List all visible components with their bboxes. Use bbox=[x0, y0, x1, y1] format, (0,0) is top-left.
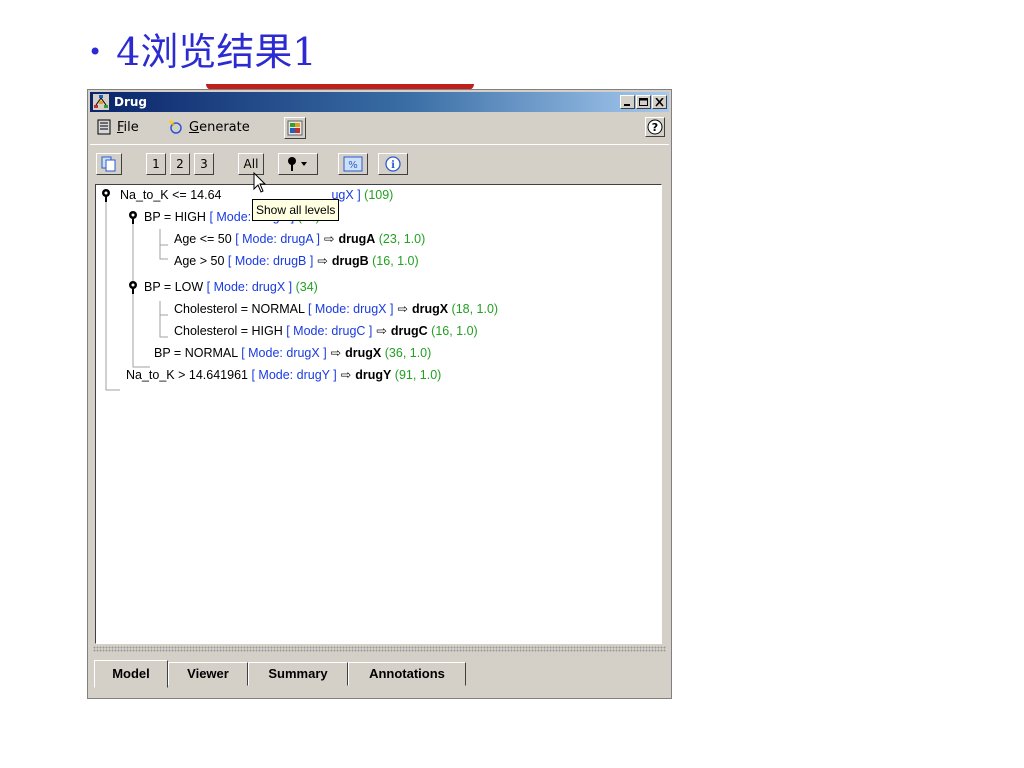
slide-heading: • 4浏览结果1 bbox=[88, 28, 317, 80]
node-prediction: drugB bbox=[331, 254, 369, 268]
rule-tree-panel[interactable]: Na_to_K <= 14.64 ugX ] (109) BP = HIGH [ … bbox=[95, 184, 662, 644]
pin-dropdown-button[interactable] bbox=[278, 153, 318, 175]
tree-app-icon bbox=[93, 94, 109, 110]
heading-text: 4浏览结果1 bbox=[116, 30, 317, 74]
menu-generate[interactable]: Generate bbox=[168, 119, 250, 137]
tree-node-chol-high[interactable]: Cholesterol = HIGH [ Mode: drugC ] ⇨ drugC… bbox=[174, 322, 478, 340]
bullet: • bbox=[88, 37, 103, 66]
tab-summary[interactable]: Summary bbox=[248, 662, 348, 686]
arrow-icon: ⇨ bbox=[330, 346, 342, 360]
node-prediction: drugC bbox=[390, 324, 428, 338]
node-condition: BP = LOW bbox=[144, 280, 204, 294]
minimize-button[interactable] bbox=[620, 95, 635, 109]
palette-icon bbox=[287, 120, 303, 136]
expanded-pin-icon[interactable] bbox=[100, 188, 112, 202]
title-bar[interactable]: Drug bbox=[90, 92, 669, 112]
node-stats: (16, 1.0) bbox=[431, 324, 478, 338]
tab-model[interactable]: Model bbox=[94, 660, 168, 688]
tree-node-bp-normal[interactable]: BP = NORMAL [ Mode: drugX ] ⇨ drugX (36, 1… bbox=[154, 344, 431, 362]
arrow-icon: ⇨ bbox=[376, 324, 387, 338]
drug-window: Drug File Generate ? 1 2 3 All % i Na_to… bbox=[87, 89, 672, 699]
tab-viewer[interactable]: Viewer bbox=[168, 662, 248, 686]
copy-button[interactable] bbox=[96, 153, 122, 175]
node-condition: Cholesterol = HIGH bbox=[174, 324, 283, 338]
node-mode: [ Mode: drugX ] bbox=[241, 346, 327, 360]
node-condition: BP = NORMAL bbox=[154, 346, 238, 360]
maximize-button[interactable] bbox=[636, 95, 651, 109]
level-1-button[interactable]: 1 bbox=[146, 153, 166, 175]
copy-icon bbox=[101, 156, 116, 172]
node-stats: (34) bbox=[295, 280, 318, 294]
node-stats: (91, 1.0) bbox=[394, 368, 442, 382]
level-2-button[interactable]: 2 bbox=[170, 153, 190, 175]
node-mode: [ Mode: drugC ] bbox=[286, 324, 373, 338]
node-condition: Na_to_K <= 14.64 bbox=[120, 188, 222, 202]
menu-generate-label: enerate bbox=[199, 120, 250, 135]
node-mode: [ Mode: drugX ] bbox=[206, 280, 293, 294]
expanded-pin-icon[interactable] bbox=[127, 210, 139, 224]
node-stats: (18, 1.0) bbox=[451, 302, 499, 316]
close-icon bbox=[655, 98, 664, 107]
tree-node-bp-low[interactable]: BP = LOW [ Mode: drugX ] (34) bbox=[144, 278, 318, 296]
node-condition: BP = HIGH bbox=[144, 210, 206, 224]
node-mode: [ Mode: drugB ] bbox=[227, 254, 314, 268]
node-mode: [ Mode: drugX ] bbox=[307, 302, 394, 316]
mouse-cursor-icon bbox=[253, 172, 267, 193]
node-prediction: drugX bbox=[345, 346, 382, 360]
arrow-icon: ⇨ bbox=[317, 254, 328, 268]
node-prediction: drugA bbox=[338, 232, 376, 246]
info-button[interactable]: i bbox=[378, 153, 408, 175]
maximize-icon bbox=[639, 98, 648, 106]
tab-annotations[interactable]: Annotations bbox=[348, 662, 466, 686]
tree-node-age-le-50[interactable]: Age <= 50 [ Mode: drugA ] ⇨ drugA (23, 1.0… bbox=[174, 230, 425, 248]
window-title: Drug bbox=[114, 95, 148, 109]
node-stats: (23, 1.0) bbox=[378, 232, 426, 246]
close-button[interactable] bbox=[652, 95, 667, 109]
node-stats: (109) bbox=[364, 188, 394, 202]
menu-bar: File Generate ? bbox=[90, 114, 669, 140]
node-condition: Age <= 50 bbox=[174, 232, 232, 246]
expanded-pin-icon[interactable] bbox=[127, 280, 139, 294]
help-button[interactable]: ? bbox=[645, 117, 665, 137]
tree-node-chol-normal[interactable]: Cholesterol = NORMAL [ Mode: drugX ] ⇨ dru… bbox=[174, 300, 498, 318]
tooltip-show-all-levels: Show all levels bbox=[252, 199, 340, 221]
svg-text:i: i bbox=[391, 160, 395, 171]
node-stats: (36, 1.0) bbox=[384, 346, 432, 360]
level-3-button[interactable]: 3 bbox=[194, 153, 214, 175]
node-stats: (16, 1.0) bbox=[372, 254, 419, 268]
node-mode: [ Mode: drugY ] bbox=[251, 368, 337, 382]
node-condition: Age > 50 bbox=[174, 254, 225, 268]
percentage-icon: % bbox=[343, 156, 363, 172]
pin-dropdown-icon bbox=[288, 157, 307, 171]
file-menu-icon bbox=[97, 119, 111, 135]
arrow-icon: ⇨ bbox=[397, 302, 408, 316]
menu-file-label: ile bbox=[123, 120, 139, 135]
tree-node-root-right[interactable]: Na_to_K > 14.641961 [ Mode: drugY ] ⇨ drug… bbox=[126, 366, 441, 384]
help-icon: ? bbox=[647, 119, 663, 135]
menu-generate-mnemonic: G bbox=[189, 120, 200, 135]
menu-file[interactable]: File bbox=[96, 119, 139, 137]
minimize-icon bbox=[624, 104, 630, 106]
panel-splitter[interactable] bbox=[93, 646, 666, 652]
node-condition: Na_to_K > 14.641961 bbox=[126, 368, 248, 382]
arrow-icon: ⇨ bbox=[340, 368, 352, 382]
svg-text:?: ? bbox=[652, 121, 658, 134]
node-condition: Cholesterol = NORMAL bbox=[174, 302, 305, 316]
percentage-button[interactable]: % bbox=[338, 153, 368, 175]
info-icon: i bbox=[385, 156, 401, 172]
svg-text:%: % bbox=[348, 160, 358, 171]
arrow-icon: ⇨ bbox=[323, 232, 335, 246]
generate-icon bbox=[169, 120, 182, 134]
node-mode: [ Mode: drugA ] bbox=[235, 232, 320, 246]
toolbar: 1 2 3 All % i bbox=[90, 144, 669, 181]
node-prediction: drugX bbox=[411, 302, 449, 316]
tree-node-age-gt-50[interactable]: Age > 50 [ Mode: drugB ] ⇨ drugB (16, 1.0) bbox=[174, 252, 419, 270]
palette-button[interactable] bbox=[284, 117, 306, 139]
node-prediction: drugY bbox=[355, 368, 392, 382]
